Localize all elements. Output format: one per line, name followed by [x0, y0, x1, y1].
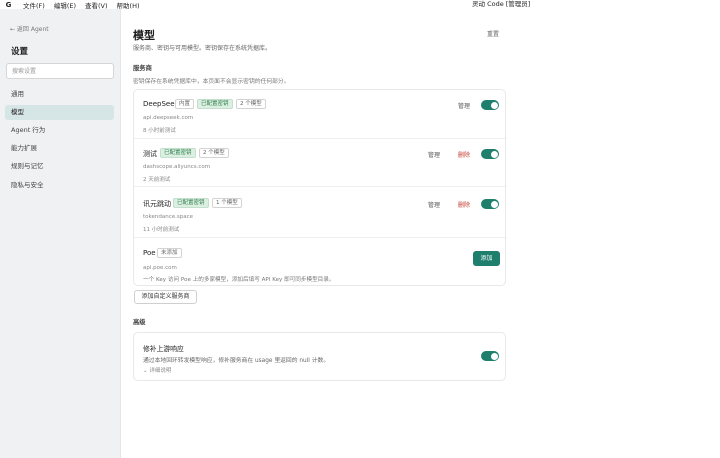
- provider-url: api.deepseek.com: [143, 115, 194, 121]
- provider-url: tokendance.space: [143, 214, 194, 220]
- advanced-section-title: 高级: [133, 319, 146, 326]
- back-to-agent-link[interactable]: ← 返回 Agent: [10, 24, 49, 33]
- toggle-knob: [490, 150, 498, 158]
- manage-button[interactable]: 管理: [458, 101, 470, 110]
- window-title: 灵动 Code [管理员]: [472, 0, 531, 8]
- patch-upstream-description: 通过本地回环转发模型响应，修补服务商在 usage 里返回的 null 计数。: [143, 358, 330, 364]
- advanced-card: 修补上游响应 通过本地回环转发模型响应，修补服务商在 usage 里返回的 nu…: [133, 332, 506, 381]
- details-expander[interactable]: ⌄ 详细说明: [143, 366, 171, 374]
- provider-row-deepseek: DeepSeek 内置 已配置密钥 2 个模型 api.deepseek.com…: [134, 90, 507, 139]
- sidebar-item-privacy-security[interactable]: 隐私与安全: [5, 178, 114, 193]
- provider-description: 一个 Key 访问 Poe 上的多家模型，添加后填写 API Key 即可同步模…: [143, 277, 335, 283]
- provider-tag-key-configured: 已配置密钥: [160, 148, 196, 158]
- reset-button[interactable]: 重置: [487, 29, 499, 38]
- add-custom-provider-button[interactable]: 添加自定义服务商: [134, 290, 197, 304]
- toggle-knob: [490, 200, 498, 208]
- provider-tag-model-count: 2 个模型: [236, 99, 266, 109]
- provider-tag-model-count: 2 个模型: [199, 148, 229, 158]
- patch-upstream-title: 修补上游响应: [143, 345, 184, 353]
- sidebar-title: 设置: [11, 47, 29, 57]
- sidebar-item-agent-behavior[interactable]: Agent 行为: [5, 123, 114, 138]
- provider-status: 8 小时前测试: [143, 128, 176, 134]
- manage-button[interactable]: 管理: [428, 150, 440, 159]
- provider-enable-toggle[interactable]: [481, 100, 499, 110]
- providers-card: DeepSeek 内置 已配置密钥 2 个模型 api.deepseek.com…: [133, 89, 507, 287]
- provider-status: 11 小时前测试: [143, 227, 180, 233]
- patch-upstream-toggle[interactable]: [481, 351, 499, 361]
- provider-tag-model-count: 1 个模型: [212, 198, 242, 208]
- sidebar-item-general[interactable]: 通用: [5, 87, 114, 102]
- provider-enable-toggle[interactable]: [481, 199, 499, 209]
- app-logo-icon: G: [5, 0, 12, 9]
- provider-name: 讯元跳动: [143, 200, 171, 208]
- provider-name: Poe: [143, 249, 156, 257]
- provider-url: api.poe.com: [143, 265, 177, 271]
- page-title: 模型: [133, 29, 155, 42]
- delete-button[interactable]: 删除: [458, 150, 470, 159]
- provider-tag-builtin: 内置: [175, 99, 195, 109]
- sidebar-item-rules-memory[interactable]: 规则与记忆: [5, 159, 114, 174]
- provider-enable-toggle[interactable]: [481, 149, 499, 159]
- provider-name: 测试: [143, 150, 157, 158]
- providers-section-note: 密钥保存在系统凭据库中，本页面不会显示密钥的任何部分。: [133, 79, 290, 85]
- provider-row-test: 测试 已配置密钥 2 个模型 dashscope.aliyuncs.com 2 …: [134, 139, 507, 187]
- delete-button[interactable]: 删除: [458, 200, 470, 209]
- settings-search-input[interactable]: [6, 63, 114, 79]
- toggle-knob: [490, 352, 498, 360]
- main-panel: 模型 服务商、密钥与可用模型。密钥保存在系统凭据库。 重置 服务商 密钥保存在系…: [121, 9, 720, 458]
- provider-row-poe: Poe 未添加 api.poe.com 一个 Key 访问 Poe 上的多家模型…: [134, 238, 507, 287]
- provider-row-tokendance: 讯元跳动 已配置密钥 1 个模型 tokendance.space 11 小时前…: [134, 187, 507, 238]
- provider-name: DeepSeek: [143, 100, 179, 108]
- menu-bar: G 文件(F) 编辑(E) 查看(V) 帮助(H) 灵动 Code [管理员]: [0, 0, 720, 10]
- add-provider-button[interactable]: 添加: [473, 251, 500, 266]
- sidebar-item-models[interactable]: 模型: [5, 105, 114, 120]
- manage-button[interactable]: 管理: [428, 200, 440, 209]
- provider-url: dashscope.aliyuncs.com: [143, 164, 211, 170]
- page-subtitle: 服务商、密钥与可用模型。密钥保存在系统凭据库。: [133, 45, 272, 52]
- settings-sidebar: ← 返回 Agent 设置 通用 模型 Agent 行为 能力扩展 规则与记忆 …: [0, 9, 121, 458]
- provider-tag-key-configured: 已配置密钥: [197, 99, 233, 109]
- provider-status: 2 天前测试: [143, 177, 171, 183]
- provider-tag-not-added: 未添加: [157, 248, 182, 258]
- provider-tag-key-configured: 已配置密钥: [173, 198, 209, 208]
- sidebar-item-capabilities[interactable]: 能力扩展: [5, 141, 114, 156]
- toggle-knob: [490, 101, 498, 109]
- providers-section-title: 服务商: [133, 65, 152, 72]
